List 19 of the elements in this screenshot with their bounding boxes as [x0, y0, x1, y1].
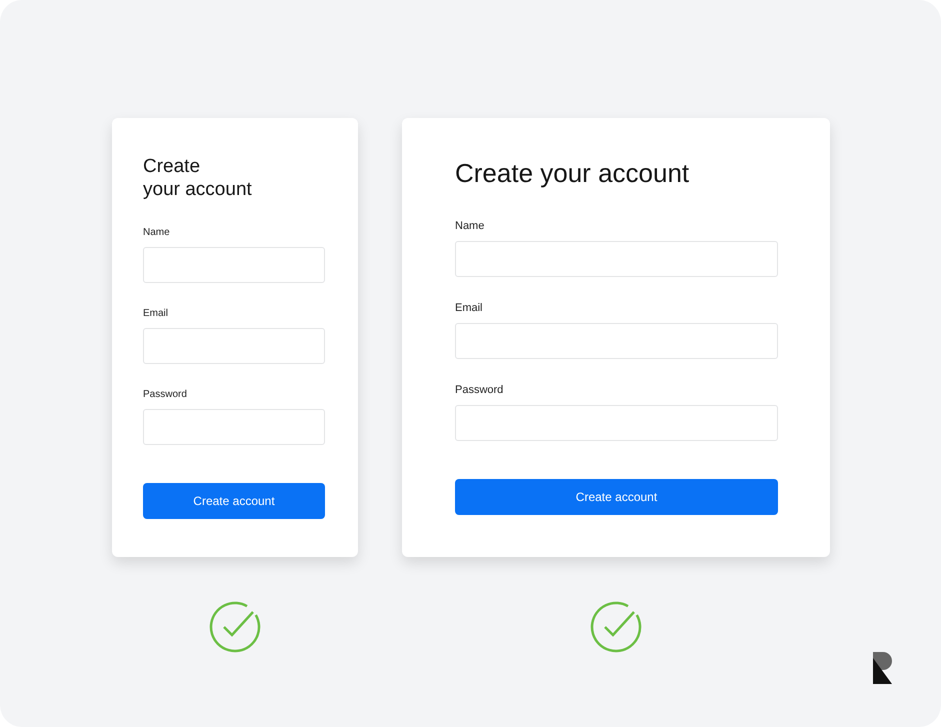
input-field[interactable]: [455, 405, 778, 441]
input-field[interactable]: [455, 241, 778, 277]
form-title: Create your account: [455, 158, 690, 188]
create-account-button[interactable]: Create account: [455, 479, 778, 515]
check-circle-icon: [590, 601, 642, 653]
field-label: Name: [143, 227, 171, 238]
check-circle-icon: [209, 601, 261, 653]
field-label: Password: [455, 384, 504, 396]
field-label: Name: [455, 220, 486, 232]
input-field[interactable]: [143, 409, 325, 445]
field-label: Email: [143, 308, 170, 319]
field-label: Email: [455, 302, 484, 314]
input-field[interactable]: [143, 247, 325, 283]
field-label: Password: [143, 389, 188, 400]
input-field[interactable]: [455, 323, 778, 359]
create-account-button[interactable]: Create account: [143, 483, 325, 519]
input-field[interactable]: [143, 328, 325, 364]
logo-icon: [873, 652, 893, 684]
form-title: Create your account: [143, 155, 253, 201]
